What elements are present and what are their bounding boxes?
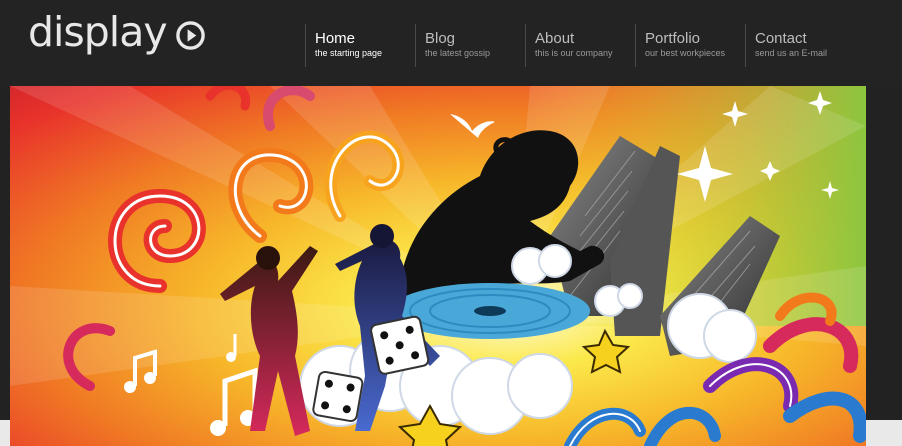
nav-contact-sub: send us an E-mail: [755, 48, 828, 58]
nav-about-sub: this is our company: [535, 48, 613, 58]
nav-contact-label: Contact: [755, 30, 807, 47]
nav-portfolio-label: Portfolio: [645, 30, 701, 47]
nav-blog-sub: the latest gossip: [425, 48, 491, 58]
hero-banner: [10, 86, 866, 446]
nav-item-contact[interactable]: Contact send us an E-mail: [745, 24, 855, 67]
site-logo[interactable]: display: [28, 12, 206, 53]
nav-item-portfolio[interactable]: Portfolio our best workpieces: [635, 24, 745, 67]
nav-item-blog[interactable]: Blog the latest gossip: [415, 24, 525, 67]
play-circle-icon: [175, 21, 205, 50]
logo-text: display: [28, 8, 168, 56]
nav-item-home[interactable]: Home the starting page: [305, 24, 415, 67]
hero-illustration: [10, 86, 866, 446]
main-nav: Home the starting page Blog the latest g…: [305, 24, 855, 67]
right-gutter: [866, 86, 902, 420]
nav-home-label: Home: [315, 30, 356, 47]
site-header: display Home the starting page Blog the …: [0, 0, 902, 86]
nav-home-sub: the starting page: [315, 48, 383, 58]
nav-about-label: About: [535, 30, 575, 47]
nav-blog-label: Blog: [425, 30, 456, 47]
nav-item-about[interactable]: About this is our company: [525, 24, 635, 67]
nav-portfolio-sub: our best workpieces: [645, 48, 726, 58]
